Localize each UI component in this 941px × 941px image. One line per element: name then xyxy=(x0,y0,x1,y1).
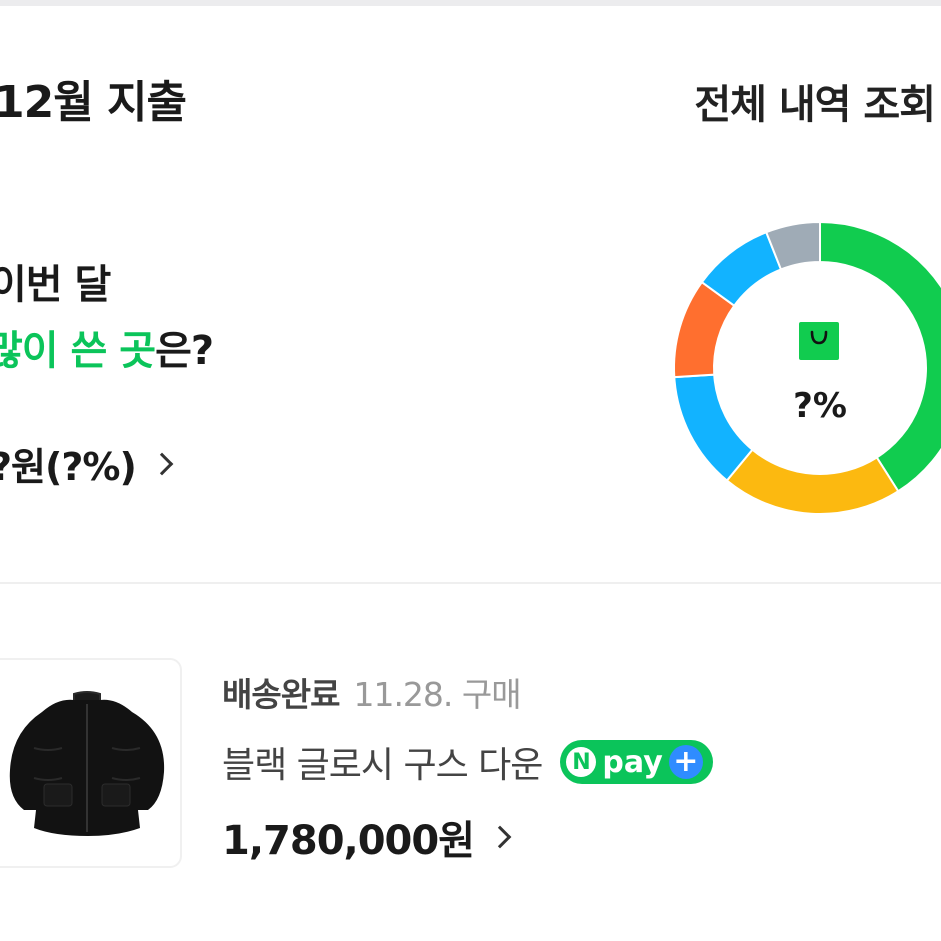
question-suffix: 은? xyxy=(155,328,214,374)
top-divider xyxy=(0,0,941,6)
plus-icon: + xyxy=(668,745,703,779)
down-jacket-image xyxy=(9,691,165,836)
top-spend-amount-link[interactable]: ?원(?%) xyxy=(0,436,174,491)
order-date: 11.28. 구매 xyxy=(353,675,521,714)
chevron-right-icon xyxy=(488,825,512,849)
order-status: 배송완료 xyxy=(222,675,340,714)
order-status-row: 배송완료 11.28. 구매 xyxy=(222,668,522,716)
npay-plus-badge: N pay + xyxy=(560,740,713,784)
price-link[interactable]: 1,780,000원 xyxy=(222,808,512,866)
product-price: 1,780,000원 xyxy=(222,818,475,864)
section-divider xyxy=(0,582,941,584)
npay-label: pay xyxy=(602,744,663,780)
question-line-2: 많이 쓴 곳은? xyxy=(0,318,214,376)
all-history-link[interactable]: 전체 내역 조회 xyxy=(694,72,936,130)
donut-segment-2[interactable] xyxy=(673,373,754,482)
npay-n-icon: N xyxy=(566,747,597,777)
product-row[interactable]: 블랙 글로시 구스 다운 N pay + xyxy=(222,736,713,788)
product-thumbnail[interactable] xyxy=(0,658,182,868)
question-highlight: 많이 쓴 곳 xyxy=(0,328,156,374)
question-line-1: 이번 달 xyxy=(0,262,111,308)
donut-segment-1[interactable] xyxy=(725,448,900,515)
product-name: 블랙 글로시 구스 다운 xyxy=(222,745,543,786)
chevron-right-icon xyxy=(150,452,174,475)
month-title: 12월 지출 xyxy=(0,77,187,128)
spending-donut-chart[interactable] xyxy=(670,218,941,518)
top-spend-amount: ?원(?%) xyxy=(0,445,137,489)
donut-center-percent: ?% xyxy=(793,386,847,426)
shopping-bag-icon xyxy=(799,322,839,360)
